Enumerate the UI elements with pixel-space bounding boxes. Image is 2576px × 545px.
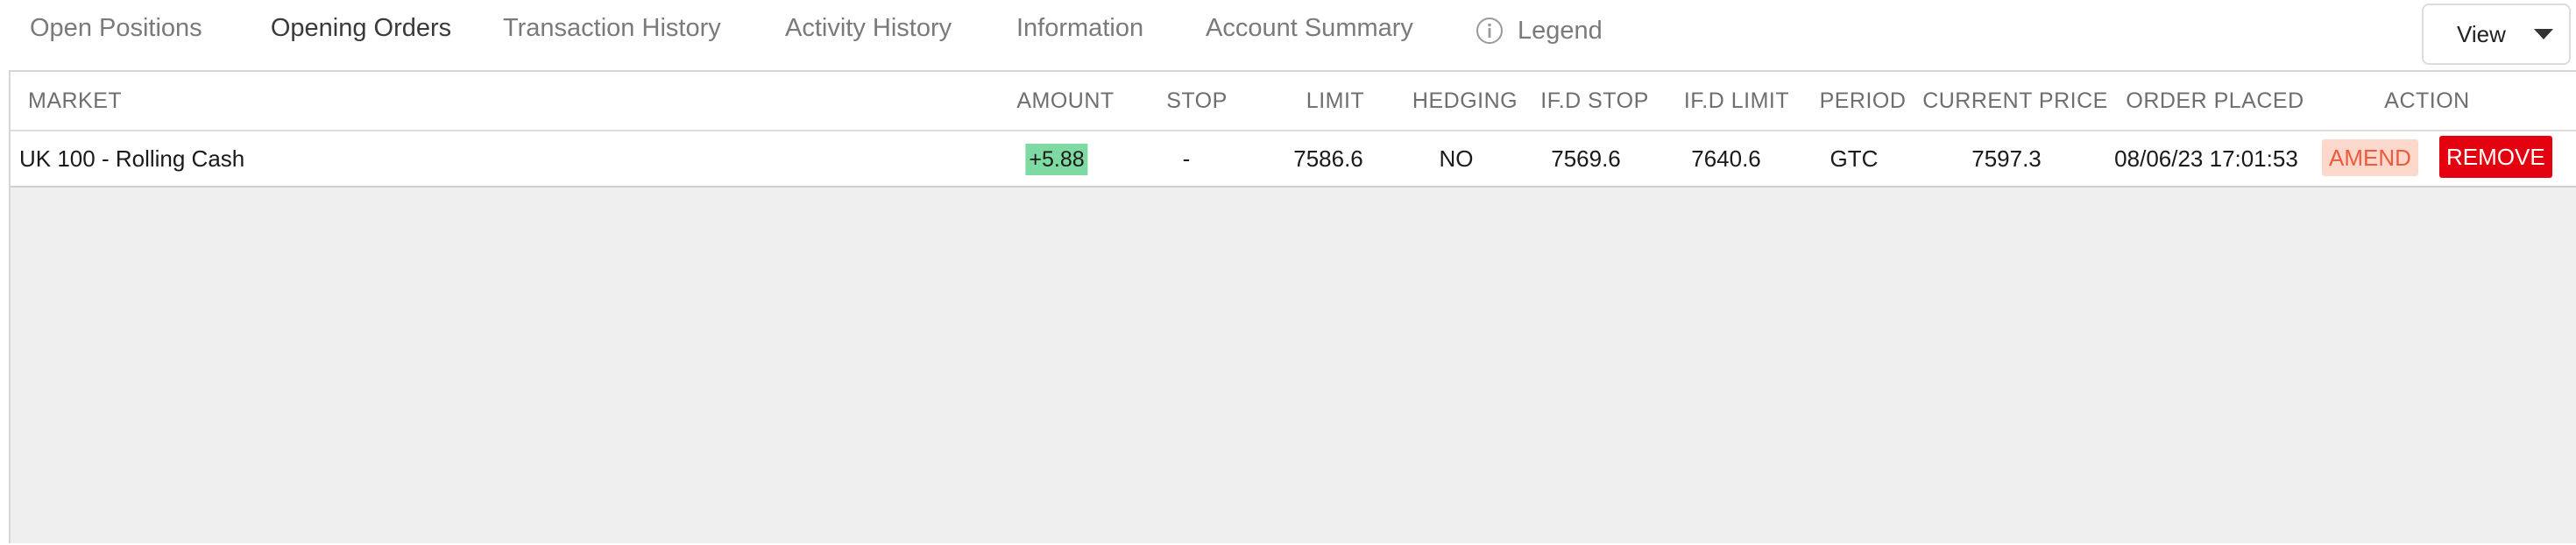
ifd-limit-cell: 7640.6 <box>1691 145 1761 172</box>
column-header-current-price[interactable]: CURRENT PRICE <box>1922 72 2108 130</box>
column-header-order-placed[interactable]: ORDER PLACED <box>2126 72 2304 130</box>
table-row[interactable]: UK 100 - Rolling Cash +5.88 - 7586.6 NO … <box>11 131 2576 188</box>
table-header-row: MARKET AMOUNT STOP LIMIT HEDGING IF.D ST… <box>11 72 2576 131</box>
remove-button[interactable]: REMOVE <box>2439 136 2552 178</box>
tab-label: Transaction History <box>503 14 721 42</box>
tab-label: Activity History <box>785 14 952 42</box>
column-header-action: ACTION <box>2384 88 2470 113</box>
chevron-down-icon <box>2533 29 2553 39</box>
tab-label: Account Summary <box>1206 14 1413 42</box>
info-icon <box>1476 18 1503 44</box>
column-header-market[interactable]: MARKET <box>28 72 122 130</box>
period-cell: GTC <box>1829 145 1879 172</box>
amount-badge: +5.88 <box>1025 144 1088 175</box>
hedging-cell: NO <box>1439 145 1474 172</box>
column-header-period[interactable]: PERIOD <box>1820 72 1907 130</box>
tab-transaction-history[interactable]: Transaction History <box>503 0 721 70</box>
tab-information[interactable]: Information <box>1016 0 1143 70</box>
tab-label: Information <box>1016 14 1144 42</box>
current-price-cell: 7597.3 <box>1971 145 2042 172</box>
tab-activity-history[interactable]: Activity History <box>785 0 952 70</box>
tab-bar: Open Positions Opening Orders Transactio… <box>0 0 2576 73</box>
column-header-hedging[interactable]: HEDGING <box>1412 72 1518 130</box>
limit-cell: 7586.6 <box>1293 145 1363 172</box>
tab-open-positions[interactable]: Open Positions <box>30 0 202 70</box>
market-cell: UK 100 - Rolling Cash <box>19 145 245 172</box>
column-header-amount[interactable]: AMOUNT <box>1016 72 1114 130</box>
column-header-limit[interactable]: LIMIT <box>1306 72 1364 130</box>
view-button-label: View <box>2457 20 2506 47</box>
amend-button[interactable]: AMEND <box>2322 139 2418 176</box>
column-header-ifd-stop[interactable]: IF.D STOP <box>1540 72 1649 130</box>
column-header-stop[interactable]: STOP <box>1166 72 1228 130</box>
order-placed-cell: 08/06/23 17:01:53 <box>2114 145 2298 172</box>
amount-cell: +5.88 <box>1025 131 1088 186</box>
view-dropdown-button[interactable]: View <box>2422 4 2571 65</box>
tab-opening-orders[interactable]: Opening Orders <box>240 0 482 73</box>
tab-account-summary[interactable]: Account Summary <box>1206 0 1413 70</box>
orders-grid: MARKET AMOUNT STOP LIMIT HEDGING IF.D ST… <box>9 70 2576 543</box>
ifd-stop-cell: 7569.6 <box>1551 145 1621 172</box>
tab-label: Open Positions <box>30 14 202 42</box>
column-header-ifd-limit[interactable]: IF.D LIMIT <box>1684 72 1789 130</box>
legend-button[interactable]: Legend <box>1476 14 1603 47</box>
stop-cell: - <box>1182 145 1191 172</box>
tab-label: Opening Orders <box>270 14 452 42</box>
legend-label: Legend <box>1518 16 1603 45</box>
